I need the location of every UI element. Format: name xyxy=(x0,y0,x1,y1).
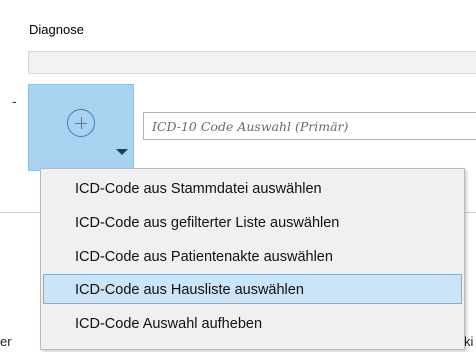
divider-tick: - xyxy=(12,93,17,109)
caret-down-icon[interactable] xyxy=(116,149,128,155)
diagnosis-field[interactable] xyxy=(28,51,476,74)
menu-item-patientenakte[interactable]: ICD-Code aus Patientenakte auswählen xyxy=(43,241,462,271)
background-text-left: er xyxy=(0,334,12,349)
icd-code-placeholder: ICD-10 Code Auswahl (Primär) xyxy=(152,119,349,134)
icd-context-menu: ICD-Code aus Stammdatei auswählen ICD-Co… xyxy=(40,168,465,350)
menu-item-label: ICD-Code aus Patientenakte auswählen xyxy=(75,249,333,265)
diagnosis-panel: Diagnose - ICD-10 Code Auswahl (Primär) … xyxy=(0,0,476,352)
add-icd-button[interactable] xyxy=(28,84,134,171)
menu-item-label: ICD-Code aus Stammdatei auswählen xyxy=(75,181,322,197)
menu-item-hausliste[interactable]: ICD-Code aus Hausliste auswählen xyxy=(43,274,462,304)
menu-item-stammdatei[interactable]: ICD-Code aus Stammdatei auswählen xyxy=(43,173,462,203)
menu-item-gefilterte-liste[interactable]: ICD-Code aus gefilterter Liste auswählen xyxy=(43,207,462,237)
diagnosis-label: Diagnose xyxy=(29,22,84,37)
menu-item-label: ICD-Code aus Hausliste auswählen xyxy=(75,282,304,298)
plus-circle-icon xyxy=(67,109,95,137)
menu-item-label: ICD-Code Auswahl aufheben xyxy=(75,316,263,332)
icd-code-input[interactable]: ICD-10 Code Auswahl (Primär) xyxy=(143,112,476,140)
menu-item-auswahl-aufheben[interactable]: ICD-Code Auswahl aufheben xyxy=(43,308,462,338)
background-text-right: ki xyxy=(464,334,474,349)
menu-item-label: ICD-Code aus gefilterter Liste auswählen xyxy=(75,215,340,231)
